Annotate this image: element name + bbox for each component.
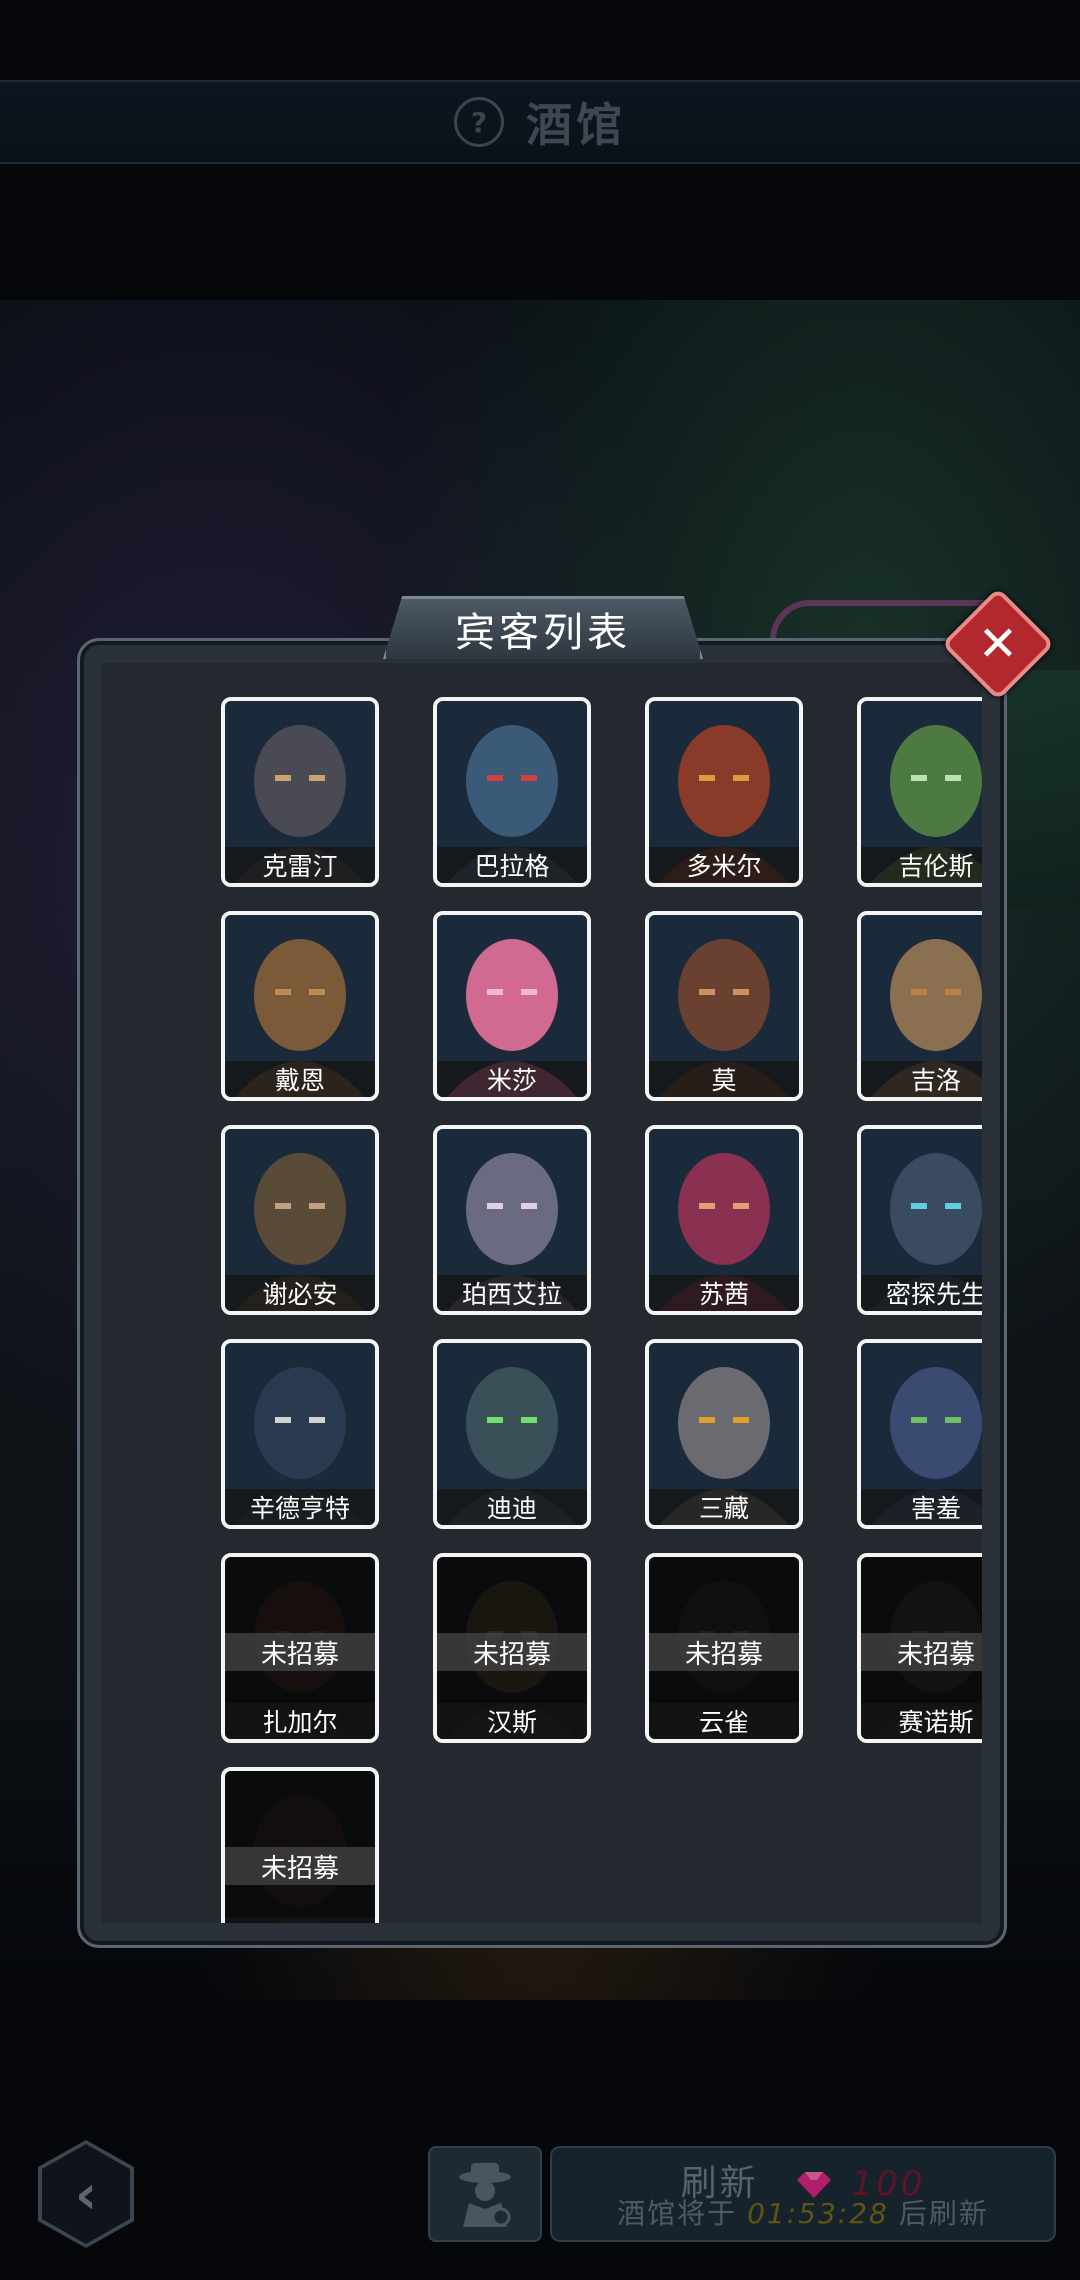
guest-name: 多米尔: [649, 847, 799, 883]
spy-button[interactable]: [428, 2146, 542, 2242]
guest-card[interactable]: 未招募麦克斯: [221, 1767, 379, 1923]
dialog-title: 宾客列表: [383, 596, 703, 659]
refresh-button[interactable]: 刷新 100 酒馆将于 01:53:28 后刷新: [550, 2146, 1056, 2242]
refresh-countdown: 酒馆将于 01:53:28 后刷新: [552, 2192, 1054, 2232]
guest-card[interactable]: 辛德亨特: [221, 1339, 379, 1529]
refresh-prefix: 酒馆将于: [617, 2197, 738, 2230]
unrecruited-label: 未招募: [649, 1633, 799, 1671]
guest-name: 吉伦斯: [861, 847, 982, 883]
close-icon: ✕: [977, 616, 1019, 672]
guest-card[interactable]: 迪迪: [433, 1339, 591, 1529]
guest-name: 米莎: [437, 1061, 587, 1097]
guest-card[interactable]: 害羞: [857, 1339, 982, 1529]
guest-name: 麦克斯: [225, 1917, 375, 1923]
guest-list-panel[interactable]: 克雷汀 巴拉格 多米尔 吉伦斯戴恩 米莎 莫 吉洛谢必安 珀西艾拉 苏茜 密探先生辛德亨特 迪迪 三藏…: [102, 663, 982, 1923]
top-bar: ? 酒馆: [0, 80, 1080, 164]
unrecruited-label: 未招募: [437, 1633, 587, 1671]
guest-name: 汉斯: [437, 1703, 587, 1739]
guest-name: 戴恩: [225, 1061, 375, 1097]
guest-card[interactable]: 未招募 赛诺斯: [857, 1553, 982, 1743]
guest-card[interactable]: 珀西艾拉: [433, 1125, 591, 1315]
guest-card[interactable]: 莫: [645, 911, 803, 1101]
guest-card[interactable]: 未招募 扎加尔: [221, 1553, 379, 1743]
guest-name: 巴拉格: [437, 847, 587, 883]
unrecruited-label: 未招募: [225, 1847, 375, 1885]
guest-card[interactable]: 苏茜: [645, 1125, 803, 1315]
guest-name: 苏茜: [649, 1275, 799, 1311]
spy-icon: [459, 2163, 511, 2227]
guest-name: 莫: [649, 1061, 799, 1097]
guest-card[interactable]: 克雷汀: [221, 697, 379, 887]
refresh-suffix: 后刷新: [898, 2197, 989, 2230]
guest-name: 害羞: [861, 1489, 982, 1525]
guest-card[interactable]: 密探先生: [857, 1125, 982, 1315]
guest-card[interactable]: 米莎: [433, 911, 591, 1101]
guest-name: 珀西艾拉: [437, 1275, 587, 1311]
unrecruited-label: 未招募: [861, 1633, 982, 1671]
guest-card[interactable]: 吉伦斯: [857, 697, 982, 887]
guest-name: 谢必安: [225, 1275, 375, 1311]
guest-name: 克雷汀: [225, 847, 375, 883]
guest-card[interactable]: 未招募 云雀: [645, 1553, 803, 1743]
guest-name: 扎加尔: [225, 1703, 375, 1739]
guest-name: 辛德亨特: [225, 1489, 375, 1525]
help-icon[interactable]: ?: [454, 97, 504, 147]
guest-card[interactable]: 戴恩: [221, 911, 379, 1101]
guest-card[interactable]: 多米尔: [645, 697, 803, 887]
back-icon: ‹: [42, 2144, 130, 2244]
guest-list-dialog: 克雷汀 巴拉格 多米尔 吉伦斯戴恩 米莎 莫 吉洛谢必安 珀西艾拉 苏茜 密探先生辛德亨特 迪迪 三藏…: [77, 638, 1007, 1948]
guest-name: 吉洛: [861, 1061, 982, 1097]
guest-card[interactable]: 巴拉格: [433, 697, 591, 887]
guest-name: 云雀: [649, 1703, 799, 1739]
guest-name: 赛诺斯: [861, 1703, 982, 1739]
guest-name: 迪迪: [437, 1489, 587, 1525]
guest-name: 密探先生: [861, 1275, 982, 1311]
page-title: 酒馆: [526, 98, 626, 152]
guest-card[interactable]: 未招募 汉斯: [433, 1553, 591, 1743]
refresh-timer: 01:53:28: [747, 2197, 889, 2230]
guest-name: 三藏: [649, 1489, 799, 1525]
back-button[interactable]: ‹: [38, 2140, 134, 2248]
guest-card[interactable]: 三藏: [645, 1339, 803, 1529]
guest-card[interactable]: 谢必安: [221, 1125, 379, 1315]
guest-card[interactable]: 吉洛: [857, 911, 982, 1101]
unrecruited-label: 未招募: [225, 1633, 375, 1671]
